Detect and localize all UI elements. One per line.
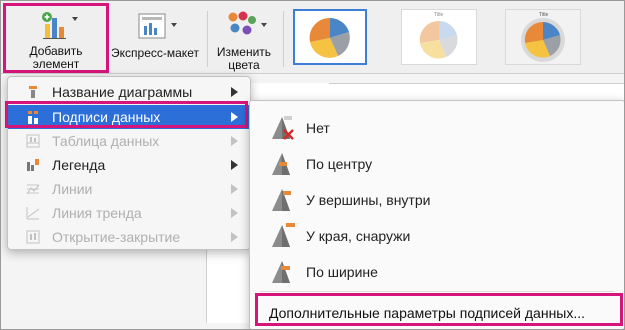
pie-chart-thumbnail [309,17,350,58]
submenu-item-none[interactable]: Нет [250,109,624,145]
submenu-item-label: У вершины, внутри [306,192,431,208]
submenu-arrow-icon [231,136,238,146]
more-data-label-options-link[interactable]: Дополнительные параметры подписей данных… [269,305,585,321]
submenu-item-label: У края, снаружи [306,228,411,244]
submenu-item-center[interactable]: По центру [250,145,624,181]
submenu-item-label: По ширине [306,264,378,280]
menu-item-label: Линия тренда [52,205,142,221]
label-inside-end-icon [272,189,291,211]
add-element-highlight [3,3,109,73]
change-colors-button[interactable]: Изменить цвета [213,1,275,73]
chart-style-3[interactable]: Title [505,9,581,65]
menu-item-label: Легенда [52,157,106,173]
label-outside-end-icon [272,223,295,247]
quick-layout-button[interactable]: Экспресс-макет [111,1,199,73]
chart-style-2[interactable]: Title [401,9,477,65]
ribbon-toolbar: Добавить элемент диаграммы Экспресс-маке… [1,1,624,84]
no-labels-icon [272,116,294,140]
legend-icon [27,159,39,171]
submenu-item-inside-end[interactable]: У вершины, внутри [250,181,624,217]
thumbnail-title: Title [434,12,444,18]
label-line-2: цвета [228,58,260,72]
pie-chart-thumbnail [521,18,565,62]
chart-style-1[interactable] [293,9,367,65]
dropdown-arrow-icon [171,23,177,27]
submenu-divider [260,291,614,292]
quick-layout-label: Экспресс-макет [111,46,199,60]
submenu-item-label: Нет [306,120,330,136]
gridlines-icon [26,184,40,195]
menu-item-data-table[interactable]: Таблица данных [8,129,250,153]
pie-chart-thumbnail [419,20,458,59]
submenu-arrow-icon [231,208,238,218]
menu-item-label: Линии [52,181,93,197]
ribbon-separator [207,11,208,67]
thumbnail-title: Title [539,12,549,18]
submenu-item-outside-end[interactable]: У края, снаружи [250,217,624,253]
submenu-arrow-icon [231,232,238,242]
data-labels-highlight [5,101,248,128]
submenu-item-label: По центру [306,156,373,172]
dropdown-arrow-icon [261,23,267,27]
submenu-arrow-icon [231,87,238,97]
menu-item-label: Таблица данных [52,133,160,149]
submenu-item-best-fit[interactable]: По ширине [250,253,624,289]
label-center-icon [272,153,290,175]
menu-item-gridlines[interactable]: Линии [8,177,250,201]
menu-item-up-down-bars[interactable]: Открытие-закрытие [8,225,250,249]
quick-layout-icon [138,13,166,39]
trendline-icon [26,207,40,220]
submenu-arrow-icon [231,184,238,194]
up-down-bars-icon [26,230,40,244]
menu-item-label: Открытие-закрытие [52,229,181,245]
label-best-fit-icon [272,261,290,283]
ribbon-separator [283,11,284,67]
menu-item-legend[interactable]: Легенда [8,153,250,177]
menu-item-trendline[interactable]: Линия тренда [8,201,250,225]
submenu-arrow-icon [231,160,238,170]
data-table-icon [26,134,40,148]
app-window: Добавить элемент диаграммы Экспресс-маке… [0,0,625,330]
change-colors-icon [228,11,256,35]
chart-title-icon [29,86,37,98]
